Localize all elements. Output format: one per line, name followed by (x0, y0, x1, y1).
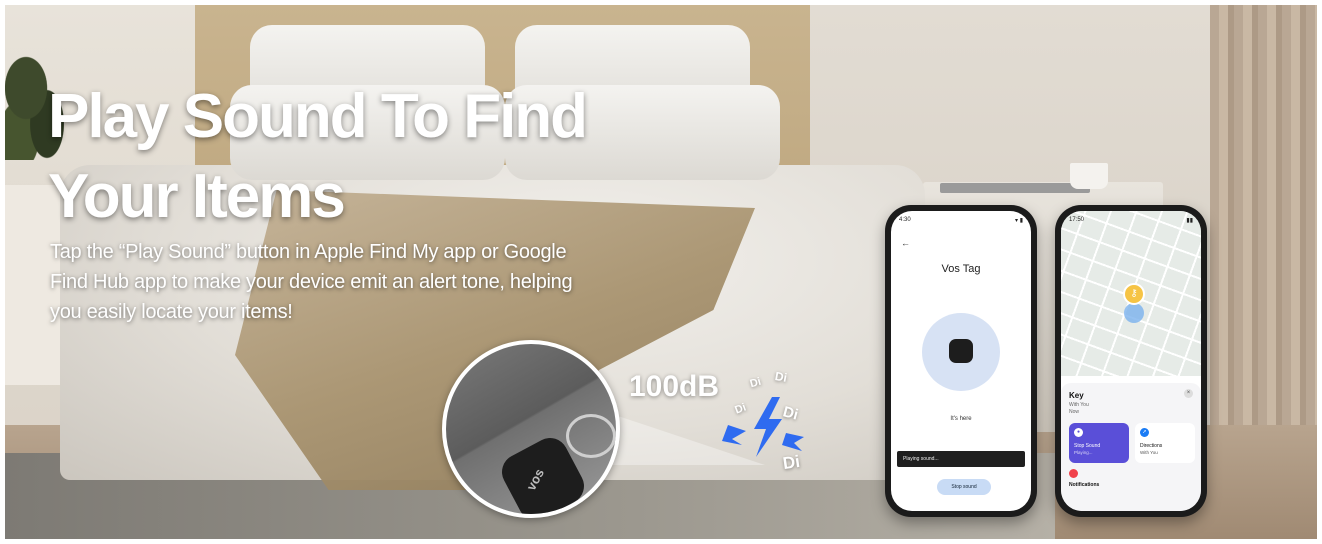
directions-action[interactable]: ➚ Directions With You (1135, 423, 1195, 463)
iphone-time: 17:50 (1069, 217, 1085, 223)
directions-icon: ➚ (1140, 428, 1149, 437)
headline-line-1: Play Sound To Find (48, 82, 588, 151)
notifications-label: Notifications (1069, 482, 1100, 488)
stop-sound-action[interactable]: ● Stop Sound Playing... (1069, 423, 1129, 463)
headline: Play Sound To Find Your Items (48, 77, 608, 237)
zoom-circle: vos (442, 340, 620, 518)
subtitle-line-2: Find Hub app to make your device emit an… (50, 271, 573, 293)
subtitle-line-1: Tap the “Play Sound” button in Apple Fin… (50, 241, 567, 263)
found-status: It's here (950, 416, 972, 422)
close-icon[interactable]: × (1184, 389, 1193, 398)
item-subtitle-2: Now (1069, 409, 1080, 415)
android-time: 4:30 (899, 217, 911, 223)
key-ring-image (566, 414, 616, 458)
tag-icon (949, 339, 973, 363)
play-sound-icon: ● (1074, 428, 1083, 437)
stop-sound-button[interactable]: Stop sound (937, 479, 991, 495)
device-name: Vos Tag (941, 263, 981, 275)
item-title: Key (1069, 391, 1084, 400)
di-label-2: Di (773, 369, 789, 385)
bell-icon (1069, 469, 1078, 478)
item-subtitle: With You Now (1069, 402, 1089, 416)
stop-sound-sub: Playing... (1074, 450, 1093, 455)
stop-sound-label: Stop Sound (1074, 443, 1101, 449)
mug-image (1070, 163, 1108, 189)
sound-level-label: 100dB (629, 370, 720, 403)
headline-line-2: Your Items (48, 162, 346, 231)
back-arrow-icon[interactable]: ← (901, 238, 910, 248)
android-status-bar: 4:30 ▾ ▮ (899, 217, 1023, 227)
iphone: 17:50 ▮▮ ⚷ Key With You Now × ● Stop Sou… (1055, 205, 1207, 517)
android-phone: 4:30 ▾ ▮ ← Vos Tag It's here Playing sou… (885, 205, 1037, 517)
iphone-status-bar: 17:50 ▮▮ (1069, 217, 1193, 227)
playing-sound-toast: Playing sound... (897, 451, 1025, 467)
signal-icon: ▾ ▮ (1015, 218, 1023, 224)
key-pin-icon[interactable]: ⚷ (1123, 283, 1145, 305)
android-screen: 4:30 ▾ ▮ ← Vos Tag It's here Playing sou… (891, 211, 1031, 511)
subtitle: Tap the “Play Sound” button in Apple Fin… (50, 237, 650, 327)
item-subtitle-1: With You (1069, 402, 1089, 408)
subtitle-line-3: you easily locate your items! (50, 301, 293, 323)
iphone-screen: 17:50 ▮▮ ⚷ Key With You Now × ● Stop Sou… (1061, 211, 1201, 511)
laptop-image (940, 183, 1090, 193)
item-sheet: Key With You Now × ● Stop Sound Playing.… (1061, 383, 1201, 511)
di-label-5: Di (781, 451, 802, 474)
product-banner: Play Sound To Find Your Items Tap the “P… (5, 5, 1317, 539)
location-halo (1124, 303, 1144, 323)
directions-label: Directions (1140, 443, 1163, 449)
battery-icon: ▮▮ (1186, 218, 1193, 224)
notifications-item[interactable]: Notifications (1069, 469, 1099, 488)
directions-sub: With You (1140, 450, 1158, 455)
